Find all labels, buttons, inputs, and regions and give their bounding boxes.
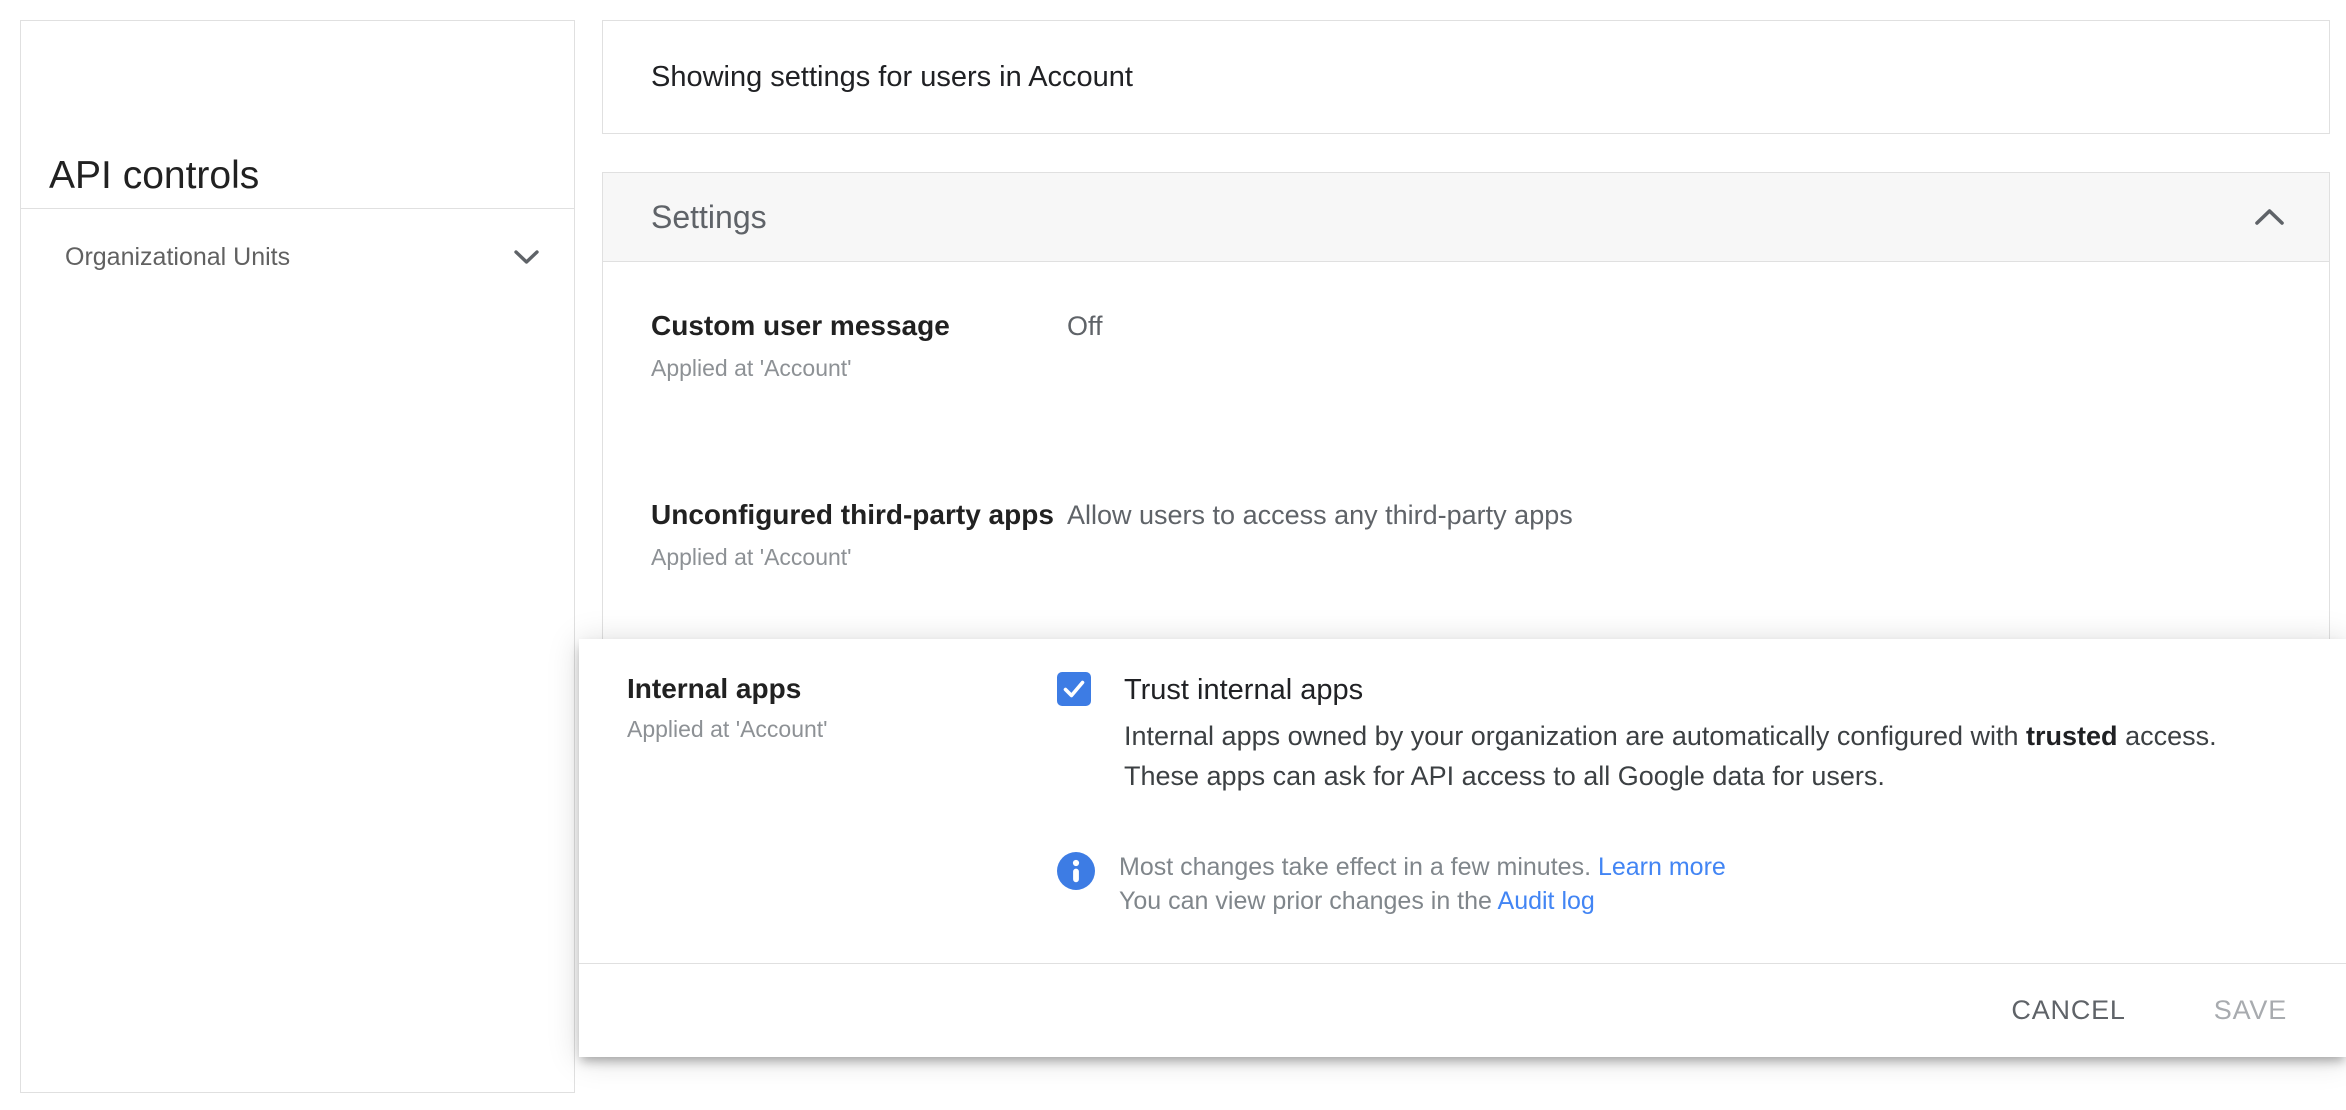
notice-line1-text: Most changes take effect in a few minute… (1119, 853, 1592, 881)
audit-log-link[interactable]: Audit log (1498, 887, 1595, 915)
setting-applied-at: Applied at 'Account' (627, 716, 828, 742)
internal-apps-controls: Trust internal apps Internal apps owned … (1057, 672, 2346, 918)
learn-more-link[interactable]: Learn more (1598, 853, 1726, 881)
settings-section-title: Settings (651, 198, 767, 235)
chevron-up-icon[interactable] (2254, 208, 2285, 226)
setting-row-label-col: Internal apps Applied at 'Account' (627, 672, 1057, 742)
setting-row-custom-user-message[interactable]: Custom user message Applied at 'Account'… (651, 309, 2329, 381)
setting-applied-at: Applied at 'Account' (651, 355, 852, 381)
setting-label: Custom user message (651, 310, 950, 341)
info-icon (1057, 852, 1095, 890)
save-button[interactable]: SAVE (2214, 995, 2287, 1026)
setting-applied-at: Applied at 'Account' (651, 544, 852, 570)
scope-banner-text: Showing settings for users in Account (651, 60, 1133, 93)
notice-line2-text: You can view prior changes in the (1119, 887, 1492, 915)
notice-line1: Most changes take effect in a few minute… (1119, 850, 1726, 884)
description-bold-text: trusted (2026, 721, 2118, 751)
trust-internal-apps-checkbox[interactable] (1057, 672, 1091, 706)
description-text: Internal apps owned by your organization… (1124, 721, 2019, 751)
sidebar-item-label: Organizational Units (65, 242, 291, 271)
notice-line2: You can view prior changes in the Audit … (1119, 884, 1726, 918)
scope-banner: Showing settings for users in Account (602, 20, 2330, 134)
page-title: API controls (49, 154, 260, 198)
cancel-button[interactable]: CANCEL (2011, 995, 2125, 1026)
api-controls-sidebar: API controls Organizational Units (20, 20, 575, 1093)
setting-row-unconfigured-third-party-apps[interactable]: Unconfigured third-party apps Applied at… (651, 498, 2329, 570)
card-actions: CANCEL SAVE (579, 964, 2346, 1057)
settings-panel: Settings Custom user message Applied at … (602, 172, 2330, 650)
chevron-down-icon[interactable] (513, 249, 540, 266)
description-text-line2: These apps can ask for API access to all… (1124, 761, 1885, 791)
settings-rows: Custom user message Applied at 'Account'… (603, 262, 2329, 570)
notice-text: Most changes take effect in a few minute… (1119, 850, 1726, 918)
changes-notice: Most changes take effect in a few minute… (1057, 850, 2346, 918)
setting-row-label-col: Custom user message Applied at 'Account' (651, 309, 1067, 381)
setting-value: Allow users to access any third-party ap… (1067, 500, 1573, 530)
trust-internal-apps-option: Trust internal apps (1057, 672, 2346, 708)
internal-apps-description: Internal apps owned by your organization… (1124, 716, 2346, 796)
setting-value: Off (1067, 311, 1103, 341)
trust-internal-apps-label[interactable]: Trust internal apps (1124, 672, 1363, 708)
setting-label: Unconfigured third-party apps (651, 499, 1054, 530)
checkmark-icon (1063, 680, 1085, 698)
setting-label: Internal apps (627, 673, 802, 704)
settings-section-header[interactable]: Settings (603, 173, 2329, 262)
internal-apps-card-body: Internal apps Applied at 'Account' Trust… (579, 639, 2346, 918)
internal-apps-edit-card: Internal apps Applied at 'Account' Trust… (579, 639, 2346, 1057)
setting-row-label-col: Unconfigured third-party apps Applied at… (651, 498, 1067, 570)
description-text: access. (2125, 721, 2217, 751)
sidebar-item-organizational-units[interactable]: Organizational Units (21, 209, 574, 305)
